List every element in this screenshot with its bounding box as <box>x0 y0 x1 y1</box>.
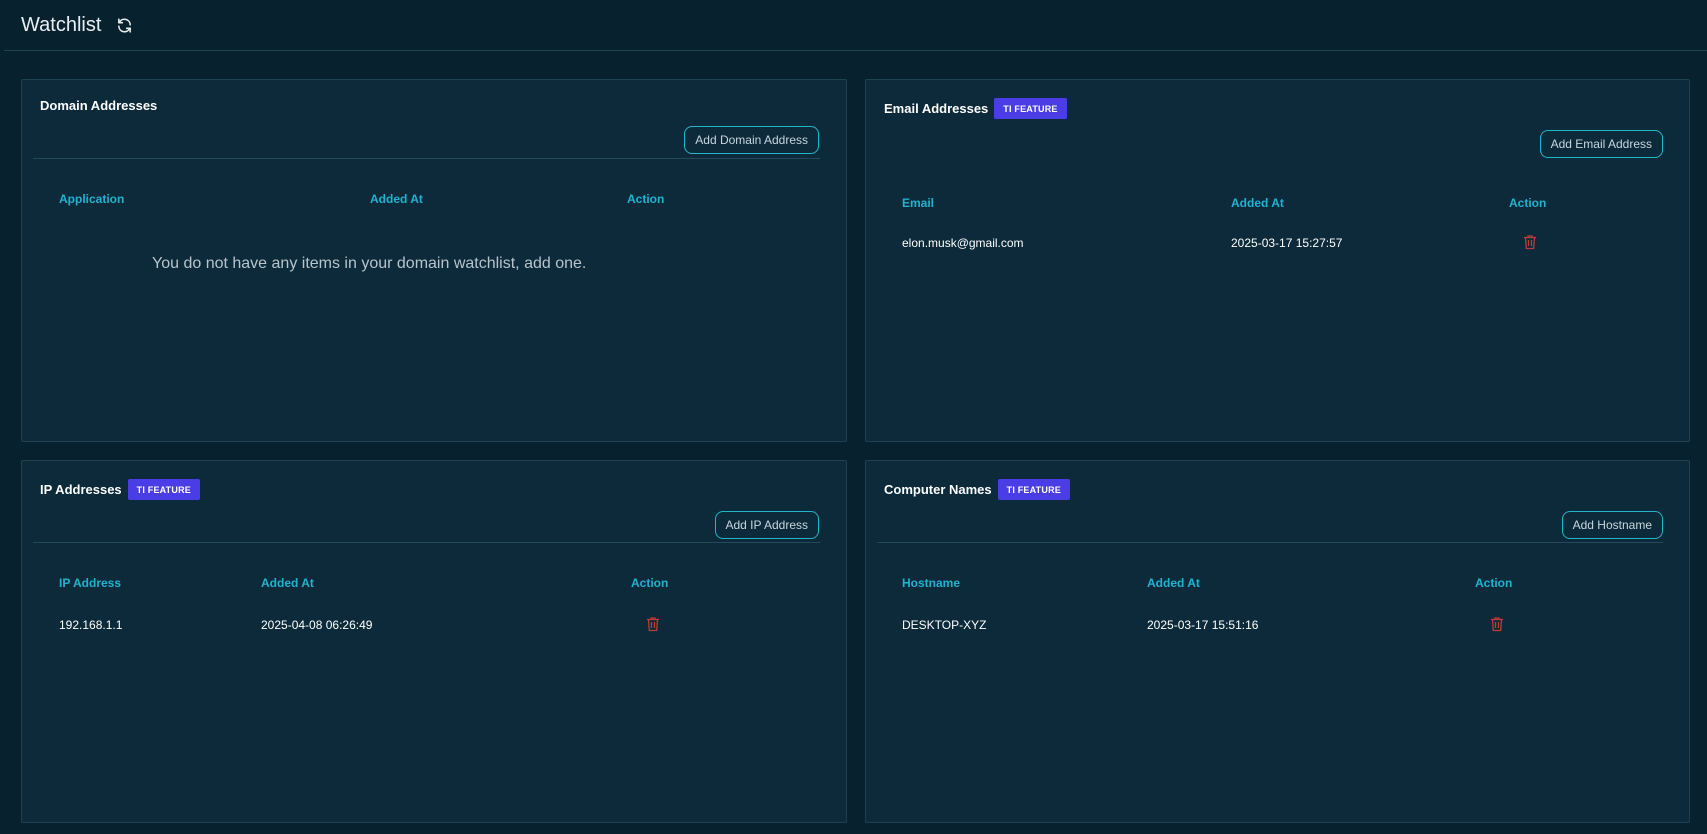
added-at-cell: 2025-03-17 15:27:57 <box>1231 236 1343 250</box>
ip-address-cell: 192.168.1.1 <box>59 618 123 632</box>
ip-addresses-card: IP Addresses TI FEATURE Add IP Address I… <box>21 460 847 823</box>
email-cell: elon.musk@gmail.com <box>902 236 1024 250</box>
refresh-icon <box>117 17 131 33</box>
card-header: Domain Addresses <box>40 98 157 113</box>
add-domain-address-button[interactable]: Add Domain Address <box>684 126 819 154</box>
page-header: Watchlist <box>4 0 1707 51</box>
refresh-button[interactable] <box>114 15 134 35</box>
column-header-email[interactable]: Email <box>902 196 934 210</box>
column-header-action: Action <box>627 192 665 206</box>
column-header-application[interactable]: Application <box>59 192 124 206</box>
hostname-cell: DESKTOP-XYZ <box>902 618 987 632</box>
trash-icon[interactable] <box>1490 616 1504 632</box>
added-at-cell: 2025-03-17 15:51:16 <box>1147 618 1259 632</box>
add-email-address-button[interactable]: Add Email Address <box>1539 130 1663 158</box>
card-title: Computer Names <box>884 482 992 497</box>
empty-state-message: You do not have any items in your domain… <box>152 255 587 272</box>
column-header-added-at[interactable]: Added At <box>1231 196 1284 210</box>
card-header: IP Addresses TI FEATURE <box>40 479 200 500</box>
card-title: Domain Addresses <box>40 98 158 113</box>
column-header-action: Action <box>1475 576 1513 590</box>
ti-feature-badge: TI FEATURE <box>997 479 1070 500</box>
column-header-hostname[interactable]: Hostname <box>902 576 960 590</box>
trash-icon[interactable] <box>646 616 660 632</box>
card-header: Email Addresses TI FEATURE <box>884 98 1067 119</box>
add-hostname-button[interactable]: Add Hostname <box>1561 511 1663 539</box>
divider <box>877 542 1663 543</box>
column-header-added-at[interactable]: Added At <box>261 576 314 590</box>
card-title: Email Addresses <box>884 101 989 116</box>
ti-feature-badge: TI FEATURE <box>127 479 200 500</box>
added-at-cell: 2025-04-08 06:26:49 <box>261 618 373 632</box>
divider <box>33 158 820 159</box>
page-title: Watchlist <box>21 13 102 36</box>
card-header: Computer Names TI FEATURE <box>884 479 1070 500</box>
trash-icon[interactable] <box>1523 234 1537 250</box>
domain-addresses-card: Domain Addresses Add Domain Address Appl… <box>21 79 847 442</box>
ti-feature-badge: TI FEATURE <box>994 98 1067 119</box>
column-header-action: Action <box>1509 196 1547 210</box>
add-ip-address-button[interactable]: Add IP Address <box>714 511 819 539</box>
computer-names-card: Computer Names TI FEATURE Add Hostname H… <box>865 460 1690 823</box>
email-addresses-card: Email Addresses TI FEATURE Add Email Add… <box>865 79 1690 442</box>
divider <box>33 542 820 543</box>
column-header-added-at[interactable]: Added At <box>1147 576 1200 590</box>
column-header-action: Action <box>631 576 669 590</box>
column-header-added-at[interactable]: Added At <box>370 192 423 206</box>
column-header-ip-address[interactable]: IP Address <box>59 576 121 590</box>
card-title: IP Addresses <box>40 482 122 497</box>
